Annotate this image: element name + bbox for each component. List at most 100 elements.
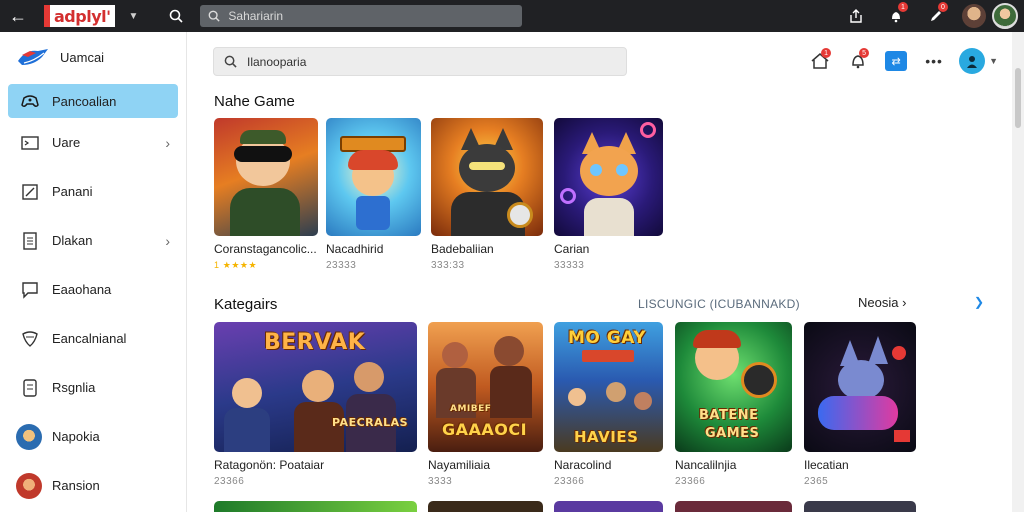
category-meta: 2365	[804, 476, 829, 487]
brand-logo-icon	[16, 45, 50, 69]
game-thumbnail[interactable]	[326, 118, 421, 236]
category-thumbnail[interactable]	[675, 501, 792, 512]
sidebar-item-pancoalian[interactable]: Pancoalian	[8, 84, 178, 118]
search-icon	[224, 55, 237, 68]
back-arrow-icon[interactable]: ←	[0, 0, 36, 32]
category-meta: 23366	[554, 476, 585, 487]
edit-badge: 0	[938, 2, 948, 12]
bell-icon[interactable]: 5	[839, 46, 877, 76]
main-search-input[interactable]: Ilanooparia	[213, 47, 627, 76]
chat-icon	[20, 280, 40, 300]
category-card[interactable]: MO GAY HAVIES Naracolind 23366	[554, 322, 663, 487]
sidebar-item-label: Eancalnianal	[52, 331, 127, 346]
category-card[interactable]: BERVAK PAECRALAS Ratagonön: Poataiar 233…	[214, 322, 417, 487]
edit-icon	[20, 182, 40, 202]
chevron-right-icon[interactable]: ❯	[974, 295, 984, 309]
category-card[interactable]: AMIBEF GAAAOCI Nayamiliaia 3333	[428, 322, 543, 487]
category-thumbnail[interactable]: BERVAK PAECRALAS	[214, 322, 417, 452]
sidebar-brand-label: Uamcai	[60, 49, 105, 65]
sidebar-item-label: Napokia	[52, 429, 100, 444]
main-content: Ilanooparia 1 5 ⇄ ••• ▼ Nahe Game Corans…	[188, 32, 1012, 512]
category-card[interactable]: Ilecatian 2365	[804, 322, 916, 487]
category-title: Ratagonön:	[214, 458, 277, 472]
shield-icon	[20, 329, 40, 349]
sidebar-item-label: Pancoalian	[52, 93, 117, 109]
avatar	[16, 423, 42, 450]
sidebar: Uamcai Pancoalian Uare › Panani Dlakan ›…	[0, 32, 187, 512]
game-title: Carian	[554, 242, 590, 256]
category-title: Ilecatian	[804, 458, 849, 472]
category-filter-link[interactable]: LISCUNGIC (ICUBANNAKD)	[638, 297, 800, 311]
category-art-title: MO GAY	[568, 328, 647, 348]
game-title: Coranstagancolic...	[214, 242, 317, 256]
category-thumbnail[interactable]: MO GAY HAVIES	[554, 322, 663, 452]
category-thumbnail[interactable]	[428, 501, 543, 512]
search-icon	[209, 10, 221, 22]
sidebar-item-eaaohana[interactable]: Eaaohana	[0, 265, 186, 314]
category-thumbnail[interactable]: BATENE GAMES	[675, 322, 792, 452]
see-more-link[interactable]: Neosia ›	[858, 295, 906, 310]
category-thumbnail[interactable]	[804, 322, 916, 452]
sidebar-item-label: Eaaohana	[52, 282, 112, 297]
avatar[interactable]	[962, 4, 986, 28]
search-icon[interactable]	[166, 9, 186, 23]
chevron-right-icon: ›	[165, 232, 170, 249]
category-thumbnail[interactable]	[554, 501, 663, 512]
game-card[interactable]: Carian 33333	[554, 118, 663, 271]
game-card[interactable]: Coranstagancolic... 1 ★★★★	[214, 118, 318, 271]
home-badge: 1	[821, 48, 832, 58]
sidebar-item-dlakan[interactable]: Dlakan ›	[0, 216, 186, 265]
upload-icon[interactable]	[836, 0, 876, 32]
category-thumbnail[interactable]	[804, 501, 916, 512]
sidebar-item-napokia[interactable]: Napokia	[0, 412, 186, 461]
category-thumbnail[interactable]: AMIBEF GAAAOCI	[428, 322, 543, 452]
user-avatar[interactable]	[959, 48, 986, 74]
game-thumbnail[interactable]	[214, 118, 318, 236]
share-button[interactable]: ⇄	[877, 46, 915, 76]
category-meta: 23366	[675, 476, 706, 487]
category-meta: 23366	[214, 476, 245, 487]
edit-pen-icon[interactable]: 0	[916, 0, 956, 32]
game-thumbnail[interactable]	[554, 118, 663, 236]
notification-badge: 1	[898, 2, 908, 12]
scrollbar[interactable]	[1012, 32, 1024, 512]
scrollbar-thumb[interactable]	[1015, 68, 1021, 128]
category-art-title: BERVAK	[264, 330, 366, 355]
game-card[interactable]: Badebaliian 333:33	[431, 118, 543, 271]
sidebar-brand[interactable]: Uamcai	[0, 32, 186, 82]
sidebar-item-uare[interactable]: Uare ›	[0, 118, 186, 167]
game-thumbnail[interactable]	[431, 118, 543, 236]
top-bar: ← adplyl' ▼ Sahariarin 1 0	[0, 0, 1024, 32]
chevron-right-icon: ›	[165, 134, 170, 151]
sidebar-item-rsgnlia[interactable]: Rsgnlia	[0, 363, 186, 412]
sidebar-item-panani[interactable]: Panani	[0, 167, 186, 216]
rating-stars: ★★★★	[222, 260, 258, 270]
sidebar-item-label: Uare	[52, 135, 81, 150]
category-thumbnail[interactable]	[214, 501, 417, 512]
screen-icon	[20, 133, 40, 153]
sidebar-item-label: Dlakan	[52, 233, 93, 248]
avatar	[16, 472, 42, 499]
game-title: Badebaliian	[431, 242, 494, 256]
category-art-title: GAAAOCI	[442, 420, 528, 439]
section-title-categories: Kategairs	[214, 296, 278, 313]
category-art-subtitle: AMIBEF	[450, 404, 492, 414]
sidebar-item-label: Panani	[52, 184, 93, 199]
home-icon[interactable]: 1	[801, 46, 839, 76]
more-options-icon[interactable]: •••	[915, 46, 953, 76]
category-title: Nancalilnjia	[675, 458, 737, 472]
game-card[interactable]: Nacadhirid 23333	[326, 118, 421, 271]
profile-avatar[interactable]	[992, 3, 1018, 29]
category-meta: 3333	[428, 476, 453, 487]
top-search-input[interactable]: Sahariarin	[200, 5, 523, 27]
chevron-right-icon: ›	[902, 295, 907, 310]
chevron-down-icon[interactable]: ▼	[989, 56, 998, 66]
sidebar-item-ransion[interactable]: Ransion	[0, 461, 186, 510]
game-meta: 23333	[326, 260, 357, 271]
category-card[interactable]: BATENE GAMES Nancalilnjia 23366	[675, 322, 792, 487]
chevron-down-icon[interactable]: ▼	[129, 11, 139, 22]
notification-bell-icon[interactable]: 1	[876, 0, 916, 32]
sidebar-item-label: Rsgnlia	[52, 380, 96, 395]
app-logo[interactable]: adplyl'	[44, 5, 115, 27]
sidebar-item-eancalnianal[interactable]: Eancalnianal	[0, 314, 186, 363]
